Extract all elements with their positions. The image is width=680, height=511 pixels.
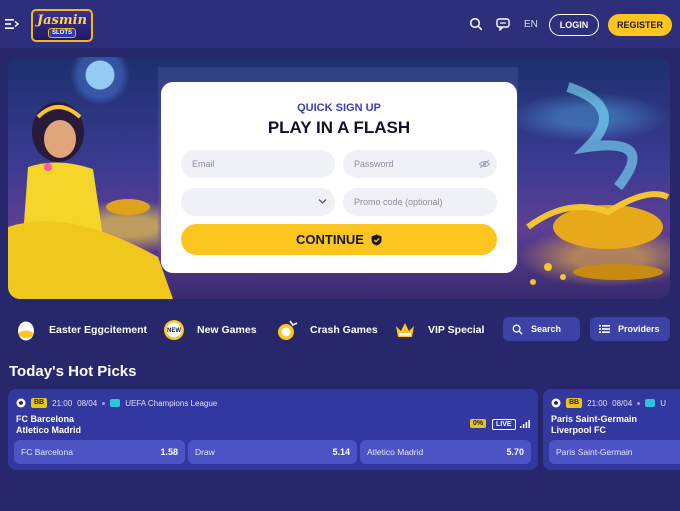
odd-label: FC Barcelona <box>21 447 73 457</box>
search-button[interactable]: Search <box>503 317 580 341</box>
logo-text: Jasmin <box>36 12 88 28</box>
crash-icon <box>278 320 298 340</box>
hide-password-icon[interactable] <box>479 159 490 169</box>
svg-text:NEW: NEW <box>167 328 181 334</box>
list-icon <box>599 325 610 333</box>
separator-dot <box>102 401 106 405</box>
odd-button-draw[interactable]: Draw 5.14 <box>188 440 357 464</box>
category-label: Easter Eggcitement <box>49 323 148 336</box>
odd-value: 5.70 <box>506 447 524 457</box>
match-date: 08/04 <box>612 398 633 408</box>
odd-label: Atletico Madrid <box>367 447 424 457</box>
match-meta: BB 21:00 08/04 UEFA Champions League <box>16 398 217 408</box>
magic-lamp-art <box>526 82 670 285</box>
search-label: Search <box>531 324 562 334</box>
odd-value: 1.58 <box>160 447 178 457</box>
search-icon <box>512 324 523 334</box>
password-input[interactable] <box>343 150 497 178</box>
odd-label: Draw <box>195 447 215 457</box>
league-icon <box>110 399 121 407</box>
register-button[interactable]: REGISTER <box>608 14 672 36</box>
match-date: 08/04 <box>77 398 98 408</box>
football-icon <box>16 398 26 408</box>
hot-picks-title: Today's Hot Picks <box>9 363 137 380</box>
bet-builder-badge: BB <box>31 398 48 408</box>
live-badge: LIVE <box>492 419 516 430</box>
signup-title: PLAY IN A FLASH <box>267 118 411 137</box>
league-name: UEFA Champions League <box>125 398 218 408</box>
shield-check-icon <box>371 234 382 245</box>
category-label: VIP Special <box>428 323 485 336</box>
football-icon <box>551 398 561 408</box>
signup-subtitle: QUICK SIGN UP <box>297 102 381 114</box>
language-selector[interactable]: EN <box>524 19 538 30</box>
new-badge-icon: NEW <box>164 319 184 340</box>
separator-dot <box>637 401 641 405</box>
search-icon[interactable] <box>469 17 483 31</box>
logo-subtext: SLOTS <box>47 27 76 38</box>
top-header: Jasmin SLOTS EN LOGIN REGISTER <box>0 0 680 48</box>
promo-code-input[interactable] <box>343 188 497 216</box>
menu-toggle-icon[interactable] <box>5 18 19 30</box>
site-logo[interactable]: Jasmin SLOTS <box>31 9 93 42</box>
category-vip-special[interactable]: VIP Special <box>394 318 484 341</box>
quick-signup-form: QUICK SIGN UP PLAY IN A FLASH CONTINUE <box>161 82 517 273</box>
category-easter-eggcitement[interactable]: Easter Eggcitement <box>15 318 147 341</box>
login-button[interactable]: LOGIN <box>549 14 599 36</box>
away-team: Liverpool FC <box>551 425 607 435</box>
odd-button-home[interactable]: Paris Saint-Germain <box>549 440 680 464</box>
odd-label: Paris Saint-Germain <box>556 447 633 457</box>
home-team: Paris Saint-Germain <box>551 414 638 424</box>
category-new-games[interactable]: NEW New Games <box>163 318 257 341</box>
currency-select[interactable] <box>181 188 335 216</box>
odd-button-away[interactable]: Atletico Madrid 5.70 <box>360 440 531 464</box>
home-team: FC Barcelona <box>16 414 75 424</box>
chevron-down-icon <box>318 199 327 204</box>
match-time: 21:00 <box>587 398 608 408</box>
league-icon <box>645 399 656 407</box>
crown-icon <box>396 322 414 337</box>
genie-princess-art <box>8 102 173 299</box>
odd-button-home[interactable]: FC Barcelona 1.58 <box>14 440 185 464</box>
match-card[interactable]: BB 21:00 08/04 U Paris Saint-Germain Liv… <box>543 389 680 470</box>
category-crash-games[interactable]: Crash Games <box>276 318 378 341</box>
league-name: U <box>660 398 666 408</box>
easter-egg-icon <box>18 321 34 340</box>
odd-value: 5.14 <box>332 447 350 457</box>
continue-button[interactable]: CONTINUE <box>181 224 497 255</box>
category-label: New Games <box>197 323 257 336</box>
match-time: 21:00 <box>52 398 73 408</box>
email-input[interactable] <box>181 150 335 178</box>
match-meta: BB 21:00 08/04 U <box>551 398 666 408</box>
away-team: Atletico Madrid <box>16 425 82 435</box>
providers-label: Providers <box>618 324 660 334</box>
stats-bars-icon[interactable] <box>520 420 530 428</box>
bet-builder-badge: BB <box>566 398 583 408</box>
providers-button[interactable]: Providers <box>590 317 670 341</box>
category-label: Crash Games <box>310 323 378 336</box>
continue-label: CONTINUE <box>296 232 364 247</box>
margin-badge: 0% <box>470 419 487 428</box>
chat-icon[interactable] <box>496 17 510 31</box>
